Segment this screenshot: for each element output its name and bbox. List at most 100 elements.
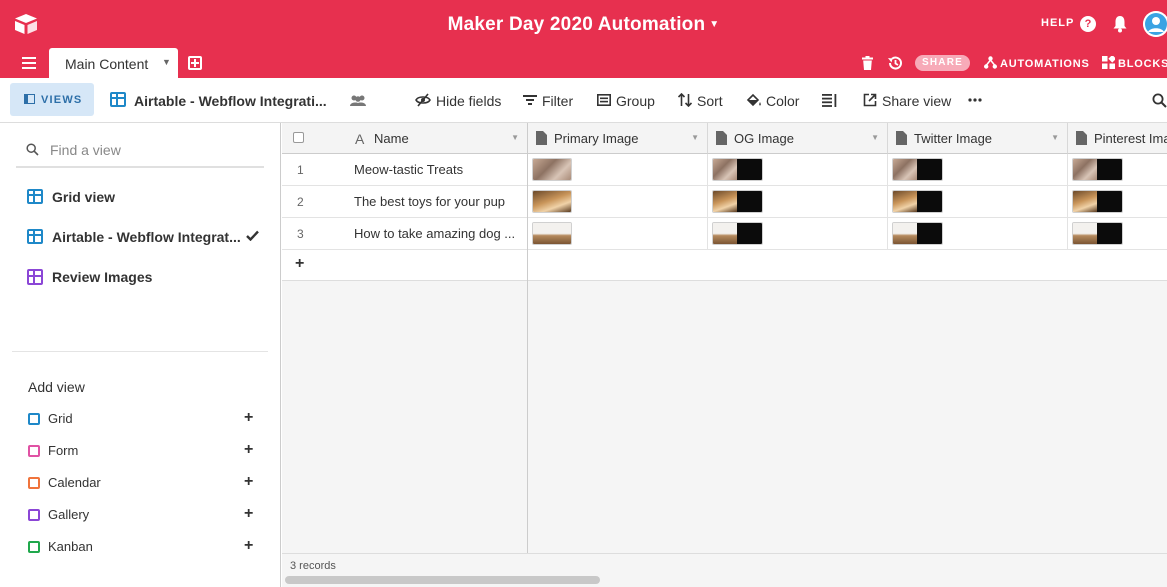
add-view-gallery[interactable]: Gallery + (28, 505, 258, 525)
blocks-icon (1102, 56, 1115, 69)
og-image-cell[interactable] (708, 218, 888, 249)
attachment-field-icon (536, 131, 547, 145)
image-thumbnail[interactable] (1072, 222, 1123, 245)
frozen-column-divider (282, 123, 528, 587)
attachment-field-icon (896, 131, 907, 145)
avatar[interactable] (1143, 11, 1167, 37)
automations-button[interactable]: AUTOMATIONS (984, 56, 1090, 70)
history-icon[interactable] (887, 55, 903, 71)
form-icon (28, 445, 40, 457)
pinterest-image-cell[interactable] (1068, 218, 1167, 249)
filter-icon (523, 95, 537, 105)
grid-icon (110, 92, 126, 107)
gallery-icon (28, 509, 40, 521)
chevron-down-icon: ▼ (709, 19, 720, 30)
records-grid: A Name ▼ Primary Image ▼ OG Image ▼ Twit… (282, 123, 1167, 587)
add-table-icon[interactable] (188, 56, 202, 70)
chevron-down-icon[interactable]: ▼ (1051, 133, 1059, 142)
primary-image-cell[interactable] (528, 186, 708, 217)
attachment-field-icon (1076, 131, 1087, 145)
image-thumbnail[interactable] (712, 190, 763, 213)
hamburger-menu-icon[interactable] (22, 57, 36, 69)
sidebar-item-airtable-webflow-view[interactable]: Airtable - Webflow Integrat... (16, 222, 264, 252)
image-thumbnail[interactable] (532, 222, 572, 245)
image-thumbnail[interactable] (1072, 190, 1123, 213)
plus-icon[interactable]: + (244, 473, 253, 491)
user-icon (1143, 11, 1167, 37)
help-link[interactable]: HELP (1041, 17, 1074, 29)
external-share-icon (863, 93, 877, 107)
top-header: Maker Day 2020 Automation ▼ HELP ? (0, 0, 1167, 48)
image-thumbnail[interactable] (712, 158, 763, 181)
find-view-input[interactable] (50, 140, 250, 160)
collaborative-view-icon[interactable] (349, 95, 367, 107)
attachment-field-icon (716, 131, 727, 145)
plus-icon[interactable]: + (244, 505, 253, 523)
add-view-heading: Add view (28, 379, 85, 395)
add-view-kanban[interactable]: Kanban + (28, 537, 258, 557)
record-count: 3 records (290, 560, 336, 572)
add-view-form[interactable]: Form + (28, 441, 258, 461)
grid-icon (27, 229, 43, 244)
views-sidebar: Grid view Airtable - Webflow Integrat...… (0, 123, 281, 587)
plus-icon[interactable]: + (244, 537, 253, 555)
help-icon[interactable]: ? (1080, 16, 1096, 32)
image-thumbnail[interactable] (892, 222, 943, 245)
automations-icon (984, 56, 997, 69)
primary-image-cell[interactable] (528, 154, 708, 185)
plus-icon[interactable]: + (244, 441, 253, 459)
base-title[interactable]: Maker Day 2020 Automation ▼ (0, 14, 1167, 36)
checkmark-icon (246, 230, 259, 241)
search-icon[interactable] (1152, 93, 1167, 108)
column-header-og-image[interactable]: OG Image ▼ (708, 123, 888, 154)
sidebar-toggle-icon (24, 94, 35, 104)
og-image-cell[interactable] (708, 154, 888, 185)
trash-icon[interactable] (862, 56, 873, 70)
image-thumbnail[interactable] (892, 190, 943, 213)
pinterest-image-cell[interactable] (1068, 186, 1167, 217)
twitter-image-cell[interactable] (888, 186, 1068, 217)
pinterest-image-cell[interactable] (1068, 154, 1167, 185)
image-thumbnail[interactable] (532, 190, 572, 213)
grid-icon (28, 413, 40, 425)
chevron-down-icon[interactable]: ▼ (691, 133, 699, 142)
primary-image-cell[interactable] (528, 218, 708, 249)
tables-bar: Main Content ▼ SHARE AUTOMATIONS BLOCKS (0, 48, 1167, 78)
tab-label: Main Content (65, 56, 149, 72)
search-icon (26, 143, 39, 156)
column-header-pinterest-image[interactable]: Pinterest Ima (1068, 123, 1167, 154)
image-thumbnail[interactable] (1072, 158, 1123, 181)
eye-slash-icon (415, 93, 431, 107)
column-header-primary-image[interactable]: Primary Image ▼ (528, 123, 708, 154)
sidebar-item-review-images[interactable]: Review Images (16, 262, 264, 292)
grid-icon (27, 189, 43, 204)
image-thumbnail[interactable] (712, 222, 763, 245)
kanban-icon (28, 541, 40, 553)
add-view-grid[interactable]: Grid + (28, 409, 258, 429)
share-button[interactable]: SHARE (915, 55, 970, 71)
twitter-image-cell[interactable] (888, 218, 1068, 249)
plus-icon[interactable]: + (244, 409, 253, 427)
more-options-icon[interactable] (968, 98, 982, 102)
divider (12, 351, 268, 352)
horizontal-scrollbar[interactable] (285, 576, 600, 584)
bell-icon[interactable] (1112, 15, 1128, 33)
tab-main-content[interactable]: Main Content ▼ (49, 48, 178, 78)
paint-bucket-icon (746, 93, 761, 107)
blocks-button[interactable]: BLOCKS (1102, 56, 1167, 70)
image-thumbnail[interactable] (532, 158, 572, 181)
calendar-icon (28, 477, 40, 489)
image-thumbnail[interactable] (892, 158, 943, 181)
grid-footer: 3 records (282, 553, 1167, 587)
column-header-twitter-image[interactable]: Twitter Image ▼ (888, 123, 1068, 154)
twitter-image-cell[interactable] (888, 154, 1068, 185)
views-toggle-button[interactable]: VIEWS (10, 83, 94, 116)
og-image-cell[interactable] (708, 186, 888, 217)
sidebar-item-grid-view[interactable]: Grid view (16, 182, 264, 212)
add-view-calendar[interactable]: Calendar + (28, 473, 258, 493)
view-toolbar: VIEWS Airtable - Webflow Integrati... Hi… (0, 78, 1167, 123)
chevron-down-icon[interactable]: ▼ (162, 57, 171, 67)
chevron-down-icon[interactable]: ▼ (871, 133, 879, 142)
sort-icon (678, 93, 692, 107)
row-height-icon[interactable] (822, 94, 837, 107)
